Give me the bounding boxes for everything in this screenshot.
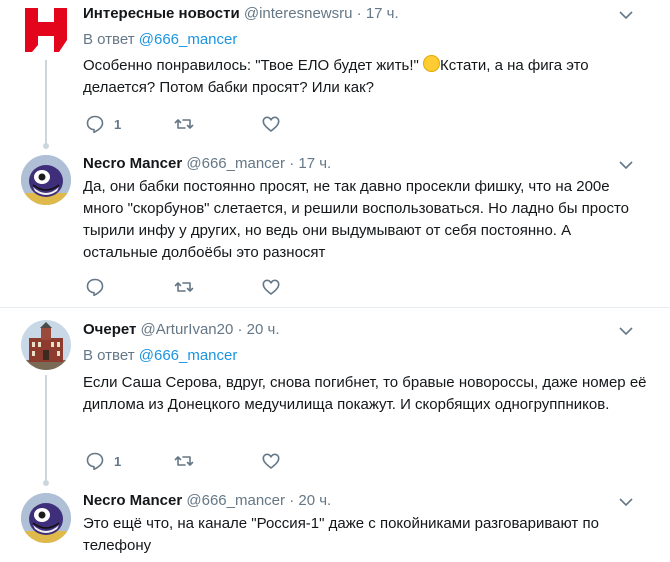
tweet-text: Это ещё что, на канале "Россия-1" даже с… [83, 515, 599, 554]
like-button[interactable] [261, 277, 281, 297]
chevron-down-icon[interactable] [618, 157, 634, 173]
reply-to-link[interactable]: @666_mancer [139, 31, 238, 48]
author-handle[interactable]: @interesnewsru [244, 5, 353, 22]
tweet-4[interactable]: Necro Mancer @666_mancer · 20 ч. Это ещё… [0, 488, 670, 562]
monster-avatar [21, 155, 71, 205]
reply-to-link[interactable]: @666_mancer [139, 347, 238, 364]
tweet-2[interactable]: Necro Mancer @666_mancer · 17 ч. Да, они… [0, 150, 670, 308]
author-name[interactable]: Necro Mancer [83, 155, 182, 172]
timestamp[interactable]: 17 ч. [366, 5, 399, 22]
reply-count: 1 [114, 453, 122, 469]
reply-button[interactable]: 1 [85, 114, 121, 134]
avatar[interactable] [21, 155, 71, 205]
reply-button[interactable] [85, 277, 105, 297]
like-icon [262, 279, 280, 295]
tweet-header: Очерет @ArturIvan20 · 20 ч. [83, 321, 280, 338]
tweet-header: Necro Mancer @666_mancer · 20 ч. [83, 492, 332, 509]
timestamp[interactable]: 20 ч. [298, 492, 331, 509]
avatar[interactable] [21, 5, 71, 55]
retweet-icon [174, 456, 194, 466]
reply-icon [86, 278, 104, 297]
grinning-face-emoji [423, 55, 441, 72]
monster-avatar [21, 493, 71, 543]
like-icon [262, 116, 280, 132]
chevron-down-icon[interactable] [618, 494, 634, 510]
tweet-header: Интересные новости @interesnewsru · 17 ч… [83, 5, 399, 22]
timestamp[interactable]: 17 ч. [298, 155, 331, 172]
divider [0, 307, 670, 308]
building-avatar [21, 320, 71, 370]
reply-button[interactable]: 1 [85, 451, 121, 471]
avatar[interactable] [21, 493, 71, 543]
tweet-text: Да, они бабки постоянно просят, не так д… [83, 178, 629, 261]
reply-icon [86, 452, 104, 471]
interesting-news-logo-avatar [25, 8, 67, 52]
author-handle[interactable]: @666_mancer [186, 155, 285, 172]
tweet-1[interactable]: Интересные новости @interesnewsru · 17 ч… [0, 0, 670, 150]
retweet-button[interactable] [174, 277, 194, 297]
author-name[interactable]: Интересные новости [83, 5, 240, 22]
author-handle[interactable]: @ArturIvan20 [141, 321, 234, 338]
reply-count: 1 [114, 116, 122, 132]
reply-context: В ответ @666_mancer [83, 31, 238, 48]
reply-icon [86, 115, 104, 134]
author-name[interactable]: Очерет [83, 321, 136, 338]
chevron-down-icon[interactable] [618, 7, 634, 23]
thread-line [43, 60, 49, 149]
chevron-down-icon[interactable] [618, 323, 634, 339]
thread-line [43, 375, 49, 486]
avatar[interactable] [21, 320, 71, 370]
timestamp[interactable]: 20 ч. [247, 321, 280, 338]
retweet-button[interactable] [174, 114, 194, 134]
like-button[interactable] [261, 451, 281, 471]
retweet-button[interactable] [174, 451, 194, 471]
retweet-icon [174, 119, 194, 129]
like-button[interactable] [261, 114, 281, 134]
author-name[interactable]: Necro Mancer [83, 492, 182, 509]
like-icon [262, 453, 280, 469]
author-handle[interactable]: @666_mancer [186, 492, 285, 509]
tweet-text: Если Саша Серова, вдруг, снова погибнет,… [83, 374, 647, 413]
tweet-header: Necro Mancer @666_mancer · 17 ч. [83, 155, 332, 172]
tweet-3[interactable]: Очерет @ArturIvan20 · 20 ч. В ответ @666… [0, 316, 670, 486]
retweet-icon [174, 282, 194, 292]
tweet-text: Особенно понравилось: "Твое ЕЛО будет жи… [83, 55, 589, 96]
reply-context: В ответ @666_mancer [83, 347, 238, 364]
